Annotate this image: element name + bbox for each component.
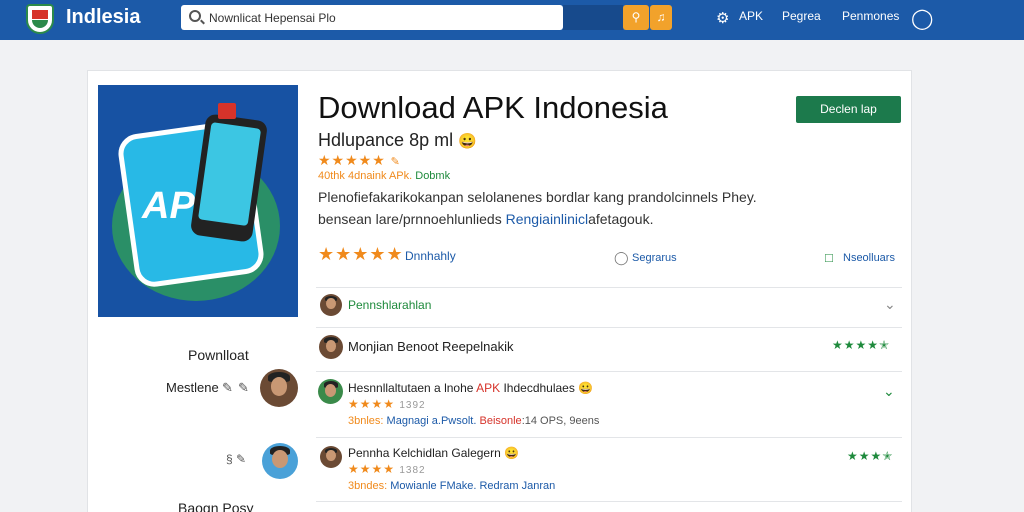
rating-label[interactable]: Dnnhahly (405, 249, 456, 263)
review-stars: ★★★★ 1382 (348, 462, 426, 476)
action-secure[interactable]: Segrarus (632, 252, 677, 264)
divider (316, 371, 902, 372)
brand-name[interactable]: Indlesia (66, 6, 140, 29)
app-subtitle: Hdlupance 8p ml 😀 (318, 130, 477, 150)
sidebar-download-label: Pownlloat (188, 347, 249, 363)
avatar[interactable] (262, 443, 298, 479)
brand-logo[interactable] (26, 4, 54, 34)
search-query: Nownlicat Hepensai Plo (209, 11, 336, 25)
header-stars: ★★★★★ ✎ (318, 152, 401, 168)
user-icon[interactable]: ◯ (911, 6, 933, 31)
divider (316, 437, 902, 438)
divider (316, 501, 902, 502)
app-description-1: Plenofiefakarikokanpan selolanenes bordl… (318, 189, 757, 205)
nav-penmones[interactable]: Penmones (842, 9, 899, 23)
review-author[interactable]: Pennshlarahlan (348, 298, 431, 312)
review-author[interactable]: Pennha Kelchidlan Galegern 😀 (348, 446, 519, 460)
review-stars: ★★★★✭ (832, 338, 891, 352)
nav-apk[interactable]: APK (739, 9, 763, 23)
review-title[interactable]: Hesnnllaltutaen a lnohe APK Ihdecdhulaes… (348, 381, 593, 395)
app-description-2: bensean lare/prnnoehlunlieds Rengiainlin… (318, 211, 654, 227)
avatar (320, 294, 342, 316)
review-details: 3bndes: Mowianle FMake. Redram Janran (348, 480, 556, 492)
download-button[interactable]: Declen lap (796, 96, 901, 123)
like-icon: ✎ (238, 380, 249, 395)
review-author[interactable]: Monjian Benoot Reepelnakik (348, 339, 514, 354)
review-details: 3bnles: Magnagi a.Pwsolt. Beisonle:14 OP… (348, 415, 600, 427)
search-button[interactable]: ⚲ (623, 5, 649, 30)
review-stars: ★★★★ 1392 (348, 397, 426, 411)
sidebar-footer-label: Baogn Posy (178, 500, 254, 512)
search-filter-area[interactable] (563, 5, 623, 30)
link-icon: § ✎ (226, 452, 247, 466)
chevron-down-icon[interactable]: ⌄ (884, 296, 896, 313)
avatar[interactable] (260, 369, 298, 407)
nav-pegrea[interactable]: Pegrea (782, 9, 821, 23)
review-stars: ★★★✭ (847, 449, 894, 463)
divider (316, 287, 902, 288)
divider (316, 327, 902, 328)
avatar (319, 335, 343, 359)
sidebar-user-label: Mestlene (166, 380, 219, 395)
app-icon-image: APK (98, 85, 298, 317)
share-icon: □ (825, 250, 833, 265)
rating-stars: ★★★★★ (318, 244, 404, 264)
app-title: Download APK Indonesia (318, 90, 668, 125)
shield-icon: ◯ (614, 250, 629, 265)
voice-search-button[interactable]: ♫ (650, 5, 672, 30)
chevron-down-icon[interactable]: ⌄ (883, 383, 895, 400)
avatar (320, 446, 342, 468)
avatar (318, 379, 343, 404)
app-meta: 40thk 4dnaink APk. Dobmk (318, 170, 451, 182)
action-share[interactable]: Nseolluars (843, 252, 895, 264)
search-input[interactable]: Nownlicat Hepensai Plo (181, 5, 563, 30)
top-navbar: Indlesia Nownlicat Hepensai Plo ⚲ ♫ ⚙ AP… (0, 0, 1024, 40)
search-icon (189, 10, 201, 22)
comment-icon: ✎ (222, 380, 233, 395)
android-icon: ⚙ (716, 10, 730, 27)
